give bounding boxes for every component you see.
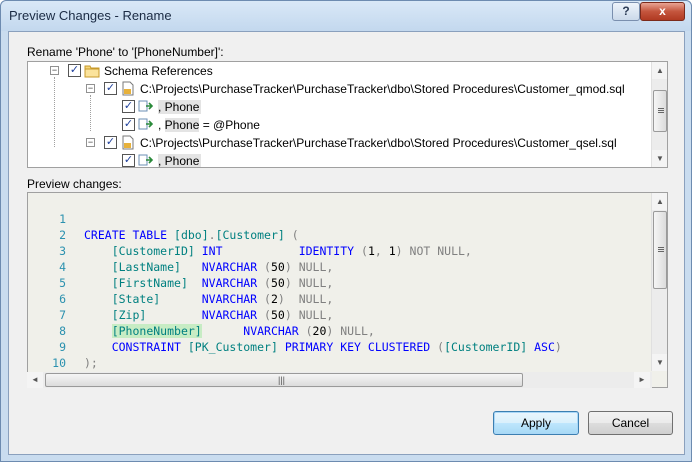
close-button[interactable]: x xyxy=(640,2,685,21)
folder-icon xyxy=(84,63,100,78)
collapse-icon[interactable]: − xyxy=(50,66,59,75)
scroll-up-icon[interactable]: ▲ xyxy=(652,62,667,79)
code-line: 7 [PhoneNumber] NVARCHAR (20) NULL, xyxy=(59,308,375,338)
reference-icon xyxy=(138,153,154,167)
code-line: 3 [LastName] NVARCHAR (50) NULL, xyxy=(59,244,334,274)
title-bar: Preview Changes - Rename ? x xyxy=(1,1,691,31)
scroll-left-icon[interactable]: ◄ xyxy=(27,372,43,388)
tree-vertical-scrollbar[interactable]: ▲ ▼ xyxy=(651,62,667,167)
collapse-icon[interactable]: − xyxy=(86,138,95,147)
scroll-thumb[interactable] xyxy=(653,211,667,289)
checkbox[interactable]: ✓ xyxy=(104,82,117,95)
sql-file-icon xyxy=(120,135,136,150)
tree-item-label: C:\Projects\PurchaseTracker\PurchaseTrac… xyxy=(140,136,617,150)
code-line: 2 [CustomerID] INT IDENTITY (1, 1) NOT N… xyxy=(59,228,472,258)
scroll-right-icon[interactable]: ► xyxy=(634,372,650,388)
code-line: 1 CREATE TABLE [dbo].[Customer] ( xyxy=(59,212,299,242)
code-line: 8 CONSTRAINT [PK_Customer] PRIMARY KEY C… xyxy=(59,324,562,354)
code-line: 9 ); xyxy=(59,340,98,370)
checkbox[interactable]: ✓ xyxy=(68,64,81,77)
help-button[interactable]: ? xyxy=(612,2,640,21)
tree-item-label: Schema References xyxy=(104,64,213,78)
collapse-icon[interactable]: − xyxy=(86,84,95,93)
tree-guide-line xyxy=(54,77,55,147)
code-vertical-scrollbar[interactable]: ▲ ▼ xyxy=(651,193,667,371)
rename-label: Rename 'Phone' to '[PhoneNumber]': xyxy=(27,45,224,59)
scroll-thumb[interactable] xyxy=(653,90,667,132)
scroll-down-icon[interactable]: ▼ xyxy=(652,354,667,371)
code-horizontal-scrollbar[interactable]: ◄ ||| ► xyxy=(27,372,652,388)
tree-item-label: C:\Projects\PurchaseTracker\PurchaseTrac… xyxy=(140,82,625,96)
label-suffix: = @Phone xyxy=(199,118,260,132)
tree-item-label: , Phone xyxy=(158,154,202,168)
checkbox[interactable]: ✓ xyxy=(104,136,117,149)
reference-icon xyxy=(138,99,154,114)
code-line: 6 [Zip] NVARCHAR (50) NULL, xyxy=(59,292,334,322)
window-title: Preview Changes - Rename xyxy=(9,8,172,23)
code-line: 4 [FirstName] NVARCHAR (50) NULL, xyxy=(59,260,334,290)
tree-item-label: , Phone = @Phone xyxy=(158,118,260,132)
code-line: 11 xyxy=(28,355,648,386)
checkbox[interactable]: ✓ xyxy=(122,100,135,113)
code-preview[interactable]: 1 CREATE TABLE [dbo].[Customer] ( 2 [Cus… xyxy=(27,192,668,388)
dialog-body: Rename 'Phone' to '[PhoneNumber]': − ✓ S… xyxy=(8,31,685,455)
checkbox[interactable]: ✓ xyxy=(122,118,135,131)
checkbox[interactable]: ✓ xyxy=(122,154,135,167)
scroll-up-icon[interactable]: ▲ xyxy=(652,193,667,210)
scroll-down-icon[interactable]: ▼ xyxy=(652,150,667,167)
tree-item-label: , Phone xyxy=(158,100,202,114)
preview-changes-dialog: Preview Changes - Rename ? x Rename 'Pho… xyxy=(0,0,692,462)
sql-file-icon xyxy=(120,81,136,96)
references-tree[interactable]: − ✓ Schema References − ✓ C:\Projects\Pu… xyxy=(27,61,668,168)
label-prefix: , xyxy=(158,118,165,132)
preview-label: Preview changes: xyxy=(27,177,122,191)
scroll-thumb[interactable]: ||| xyxy=(45,373,523,387)
code-line: 10 xyxy=(52,356,66,370)
code-line: 5 [State] NVARCHAR (2) NULL, xyxy=(59,276,334,306)
label-highlight: Phone xyxy=(164,118,200,132)
tree-guide-line xyxy=(90,95,91,131)
cancel-button[interactable]: Cancel xyxy=(588,411,673,435)
apply-button[interactable]: Apply xyxy=(493,411,579,435)
reference-icon xyxy=(138,117,154,132)
